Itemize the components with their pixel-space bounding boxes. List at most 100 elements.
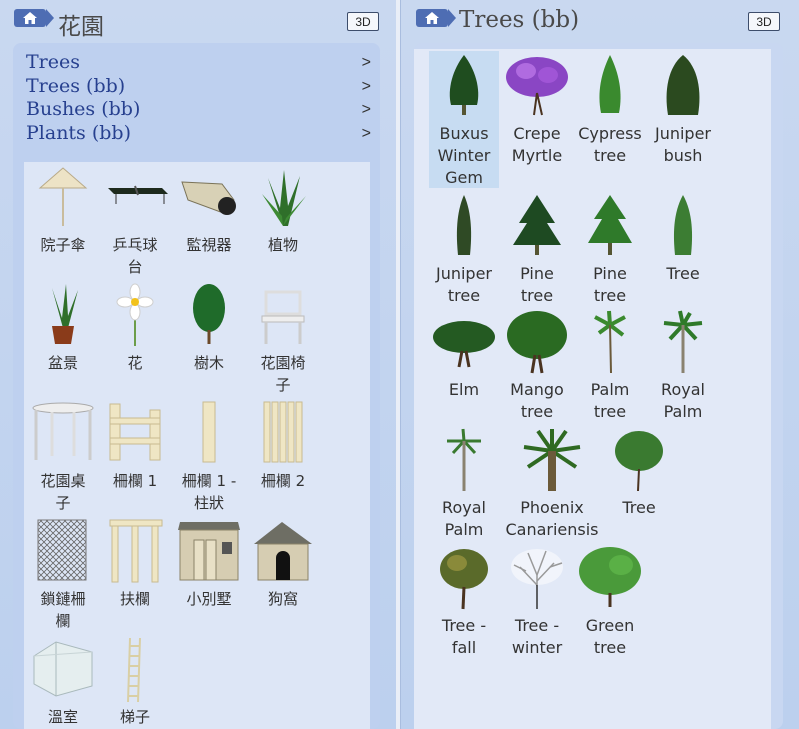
furniture-item-chain-fence[interactable]: 鎖鏈柵欄 [26, 518, 100, 636]
view-3d-button[interactable]: 3D [748, 12, 780, 31]
item-label: Crepe Myrtle [511, 124, 563, 165]
tree-item-tree-round[interactable]: Tree [604, 425, 674, 543]
panel-header: Trees (bb) 3D [401, 0, 799, 42]
category-title: Trees (bb) [459, 7, 580, 33]
tree-item-green-tree[interactable]: Green tree [575, 543, 645, 661]
royal-palm-icon [663, 310, 703, 373]
item-label: Tree [622, 498, 656, 517]
furniture-item-fence-post[interactable]: 柵欄 1 - 柱狀 [172, 400, 246, 518]
item-label: 花 [127, 354, 143, 372]
tree-item-phoenix-canariensis[interactable]: Phoenix Canariensis [502, 425, 602, 543]
furniture-item-plant[interactable]: 植物 [246, 164, 320, 282]
item-label: Pine tree [593, 264, 627, 305]
tree-winter-icon [511, 549, 563, 609]
item-label: 溫室 [47, 708, 78, 726]
item-label: Cypress tree [578, 124, 642, 165]
tree-item-mango-tree[interactable]: Mango tree [502, 307, 572, 425]
ladder-icon [127, 637, 141, 703]
item-label: Green tree [585, 616, 635, 657]
furniture-item-railing[interactable]: 扶欄 [98, 518, 172, 636]
elm-icon [433, 321, 495, 368]
fence-icon [109, 403, 161, 461]
item-label: Elm [448, 380, 480, 399]
furniture-item-greenhouse[interactable]: 溫室 [26, 636, 100, 729]
tree-fall-icon [440, 549, 488, 610]
menu-item-trees-bb[interactable]: Trees (bb) > [26, 75, 373, 99]
item-label: Buxus Winter Gem [437, 124, 491, 187]
fence-post-icon [202, 401, 216, 463]
furniture-item-security-camera[interactable]: 監視器 [172, 164, 246, 282]
tree-item-royal-palm-2[interactable]: Royal Palm [429, 425, 499, 543]
tree-grid: Buxus Winter Gem Crepe Myrtle Cypress tree J… [414, 49, 771, 729]
furniture-grid: 院子傘 乒乓球台 監視器 植物 盆景 花 樹木 花園椅 子 花園桌 子 柵欄 1… [24, 162, 370, 729]
furniture-item-garden-chair[interactable]: 花園椅子 [246, 282, 320, 400]
furniture-item-garden-table[interactable]: 花園桌子 [26, 400, 100, 518]
crepe-myrtle-icon [506, 57, 568, 116]
menu-item-plants-bb[interactable]: Plants (bb) > [26, 122, 373, 146]
fence-2-icon [263, 401, 303, 463]
tree-icon [193, 284, 225, 344]
item-label: 樹木 [193, 354, 224, 372]
tree-item-crepe-myrtle[interactable]: Crepe Myrtle [502, 51, 572, 188]
juniper-tree-icon [456, 195, 472, 255]
menu-item-label: Bushes (bb) [26, 98, 141, 120]
menu-item-label: Trees (bb) [26, 74, 126, 97]
tree-item-juniper-tree[interactable]: Juniper tree [429, 191, 499, 306]
furniture-item-parasol[interactable]: 院子傘 [26, 164, 100, 282]
item-label: 梯子 [119, 708, 150, 726]
tree-item-elm[interactable]: Elm [429, 307, 499, 425]
menu-item-label: Trees [26, 51, 80, 73]
menu-item-label: Plants (bb) [26, 121, 132, 144]
chain-fence-icon [37, 519, 87, 581]
tree-item-buxus-winter-gem[interactable]: Buxus Winter Gem [429, 51, 499, 188]
furniture-item-fence[interactable]: 柵欄 1 [98, 400, 172, 518]
item-label: 院子傘 [40, 236, 86, 254]
item-label: 監視器 [186, 236, 232, 254]
flower-icon [116, 283, 154, 346]
home-icon[interactable] [14, 9, 54, 27]
tree-item-tree-conifer[interactable]: Tree [648, 191, 718, 306]
menu-item-trees[interactable]: Trees > [26, 51, 373, 75]
furniture-item-shed[interactable]: 小別墅 [172, 518, 246, 636]
phoenix-palm-icon [523, 429, 581, 491]
palm-tree-icon [594, 310, 626, 374]
tree-item-cypress[interactable]: Cypress tree [575, 51, 645, 188]
tree-item-palm-tree[interactable]: Palm tree [575, 307, 645, 425]
potted-plant-icon [52, 284, 78, 344]
ping-pong-table-icon [108, 185, 168, 204]
furniture-catalog-panel-garden: 花園 3D Trees > Trees (bb) > Bushes (bb) >… [0, 0, 396, 729]
view-3d-button[interactable]: 3D [347, 12, 379, 31]
tree-item-tree-winter[interactable]: Tree - winter [502, 543, 572, 661]
cypress-icon [599, 55, 621, 113]
tree-item-pine-tree[interactable]: Pine tree [502, 191, 572, 306]
furniture-item-flower[interactable]: 花 [98, 282, 172, 400]
item-label: 植物 [267, 236, 298, 254]
item-label: Royal Palm [442, 498, 486, 539]
item-label: 花園桌子 [40, 472, 86, 512]
furniture-item-ladder[interactable]: 梯子 [98, 636, 172, 729]
tree-item-tree-fall[interactable]: Tree - fall [429, 543, 499, 661]
furniture-item-doghouse[interactable]: 狗窩 [246, 518, 320, 636]
menu-item-bushes-bb[interactable]: Bushes (bb) > [26, 98, 373, 122]
category-title: 花園 [58, 14, 104, 40]
plant-icon [262, 170, 306, 226]
parasol-icon [38, 167, 88, 226]
item-label: 柵欄 1 - 柱狀 [181, 472, 237, 512]
furniture-catalog-panel-trees-bb: Trees (bb) 3D Buxus Winter Gem Crepe Myrtle [400, 0, 799, 729]
home-icon[interactable] [416, 9, 456, 27]
item-label: 扶欄 [119, 590, 150, 608]
tree-item-juniper-bush[interactable]: Juniper bush [648, 51, 718, 188]
tree-item-royal-palm[interactable]: Royal Palm [648, 307, 718, 425]
chevron-right-icon: > [361, 124, 371, 142]
item-label: 花園椅子 [260, 354, 306, 394]
item-label: 鎖鏈柵欄 [40, 590, 86, 630]
furniture-item-ping-pong-table[interactable]: 乒乓球台 [98, 164, 172, 282]
juniper-bush-icon [666, 55, 700, 115]
item-label: Juniper bush [654, 124, 712, 165]
chevron-right-icon: > [361, 101, 371, 118]
shed-icon [178, 522, 240, 581]
furniture-item-potted-plant[interactable]: 盆景 [26, 282, 100, 400]
furniture-item-fence-2[interactable]: 柵欄 2 [246, 400, 320, 518]
furniture-item-tree[interactable]: 樹木 [172, 282, 246, 400]
tree-item-pine-tree-2[interactable]: Pine tree [575, 191, 645, 306]
